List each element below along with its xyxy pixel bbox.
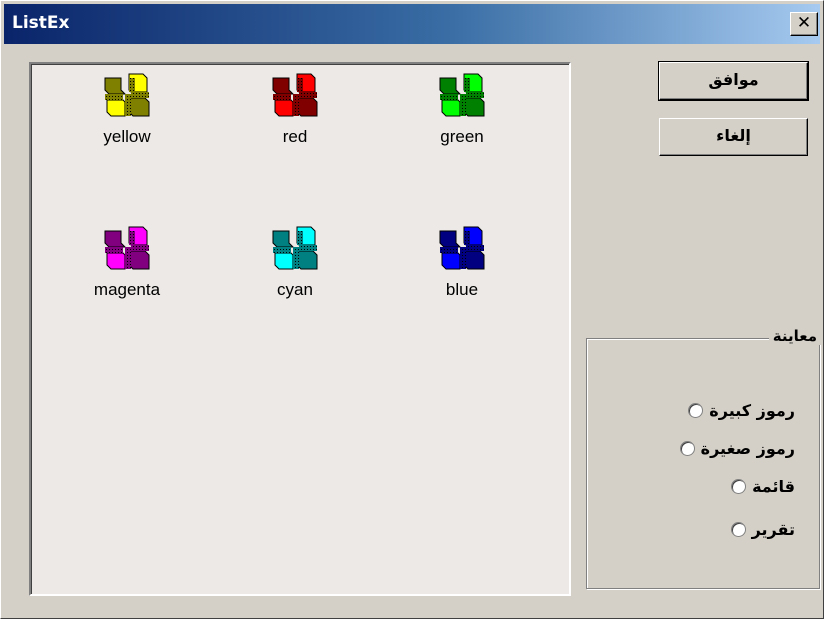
- radio-button-icon[interactable]: [731, 478, 747, 494]
- preview-groupbox: معاينة رموز كبيرة رموز صغيرة قائمة تقرير: [586, 327, 821, 589]
- blue-puzzle-icon: [439, 226, 485, 270]
- list-item-label: yellow: [103, 127, 151, 146]
- radio-button-icon[interactable]: [688, 402, 704, 418]
- list-item-label: red: [282, 127, 308, 146]
- radio-label: تقرير: [751, 519, 795, 539]
- ok-button[interactable]: موافق: [658, 61, 809, 101]
- radio-label: رموز كبيرة: [709, 400, 795, 420]
- radio-small-icons[interactable]: رموز صغيرة: [679, 435, 795, 461]
- radio-label: رموز صغيرة: [700, 438, 795, 458]
- list-item[interactable]: green: [387, 72, 537, 147]
- close-button[interactable]: ✕: [790, 12, 818, 36]
- radio-button-icon[interactable]: [730, 521, 746, 537]
- radio-large-icons[interactable]: رموز كبيرة: [688, 397, 795, 423]
- list-item[interactable]: yellow: [52, 72, 202, 147]
- window-title: ListEx: [12, 13, 70, 33]
- cyan-puzzle-icon: [272, 226, 318, 270]
- red-puzzle-icon: [272, 73, 318, 117]
- list-item-label: magenta: [93, 280, 161, 299]
- close-icon: ✕: [796, 13, 812, 33]
- list-item-label: blue: [445, 280, 479, 299]
- green-puzzle-icon: [439, 73, 485, 117]
- list-item[interactable]: blue: [387, 225, 537, 300]
- icon-list-view[interactable]: yellow red green magenta cyan blue: [29, 62, 571, 596]
- radio-label: قائمة: [752, 476, 795, 496]
- cancel-button[interactable]: إلغاء: [659, 118, 808, 156]
- magenta-puzzle-icon: [104, 226, 150, 270]
- preview-legend: معاينة: [768, 327, 821, 345]
- list-item[interactable]: magenta: [52, 225, 202, 300]
- list-item[interactable]: cyan: [220, 225, 370, 300]
- radio-button-icon[interactable]: [679, 440, 695, 456]
- list-item-label: green: [440, 127, 484, 146]
- radio-list[interactable]: قائمة: [731, 473, 795, 499]
- title-bar[interactable]: ListEx ✕: [4, 4, 820, 44]
- listex-dialog: ListEx ✕ yellow red green magenta cyan b…: [0, 0, 824, 619]
- yellow-puzzle-icon: [104, 73, 150, 117]
- list-item[interactable]: red: [220, 72, 370, 147]
- radio-report[interactable]: تقرير: [730, 516, 795, 542]
- list-item-label: cyan: [277, 280, 313, 299]
